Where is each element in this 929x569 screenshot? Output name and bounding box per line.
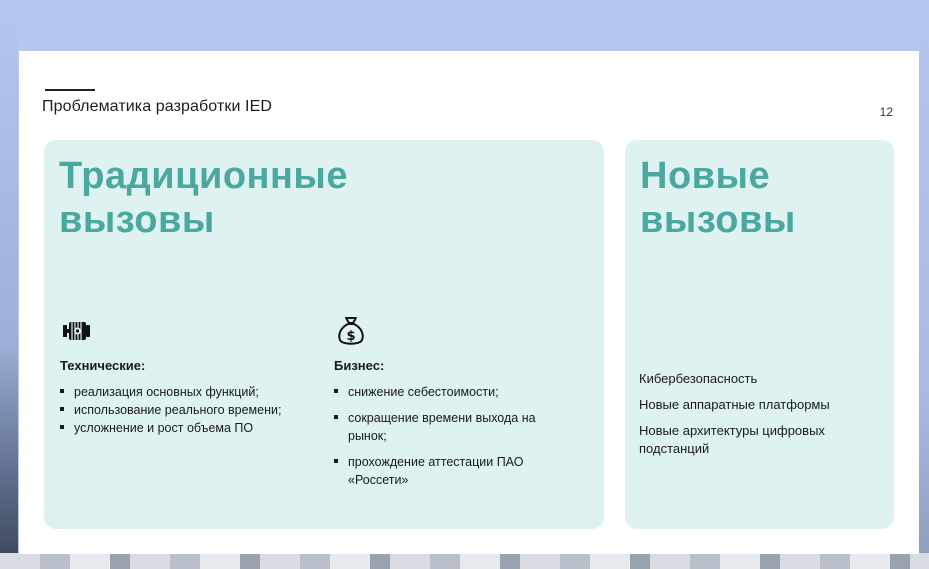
presentation-slide: Проблематика разработки IED 12 Традицион… — [19, 51, 919, 554]
list-item: прохождение аттестации ПАО «Россети» — [334, 453, 574, 489]
new-heading: Новые вызовы — [640, 154, 796, 242]
background-bottom-strip — [0, 553, 929, 569]
list-item: Кибербезопасность — [639, 371, 758, 386]
new-challenges-list: Кибербезопасность Новые аппаратные платф… — [639, 370, 879, 466]
traditional-heading-line2: вызовы — [59, 199, 215, 241]
new-challenges-card: Новые вызовы Кибербезопасность Новые апп… — [625, 140, 894, 529]
list-item: сокращение времени выхода на рынок; — [334, 409, 574, 445]
traditional-heading: Традиционные вызовы — [59, 154, 348, 242]
business-title: Бизнес: — [334, 358, 385, 373]
technical-title: Технические: — [60, 358, 146, 373]
engine-icon — [63, 322, 90, 340]
list-item: Новые аппаратные платформы — [639, 397, 830, 412]
list-item: использование реального времени; — [60, 401, 300, 419]
money-bag-icon: $ — [338, 317, 364, 345]
title-rule — [45, 89, 95, 91]
background-left-strip — [0, 0, 18, 569]
list-item: снижение себестоимости; — [334, 383, 574, 401]
svg-text:$: $ — [346, 329, 355, 344]
list-item: усложнение и рост объема ПО — [60, 419, 300, 437]
page-number: 12 — [879, 105, 893, 119]
background-right-strip — [919, 0, 929, 569]
business-list: снижение себестоимости; сокращение време… — [334, 383, 574, 489]
technical-column: Технические: реализация основных функций… — [60, 314, 300, 437]
technical-list: реализация основных функций; использован… — [60, 383, 300, 437]
new-heading-line2: вызовы — [640, 199, 796, 241]
list-item: Новые архитектуры цифровых подстанций — [639, 423, 825, 456]
business-column: $ Бизнес: снижение себестоимости; сокращ… — [334, 314, 574, 497]
traditional-challenges-card: Традиционные вызовы Технические: реализа… — [44, 140, 604, 529]
list-item: реализация основных функций; — [60, 383, 300, 401]
traditional-heading-line1: Традиционные — [59, 155, 349, 197]
new-heading-line1: Новые — [640, 155, 771, 197]
slide-title: Проблематика разработки IED — [42, 98, 273, 115]
